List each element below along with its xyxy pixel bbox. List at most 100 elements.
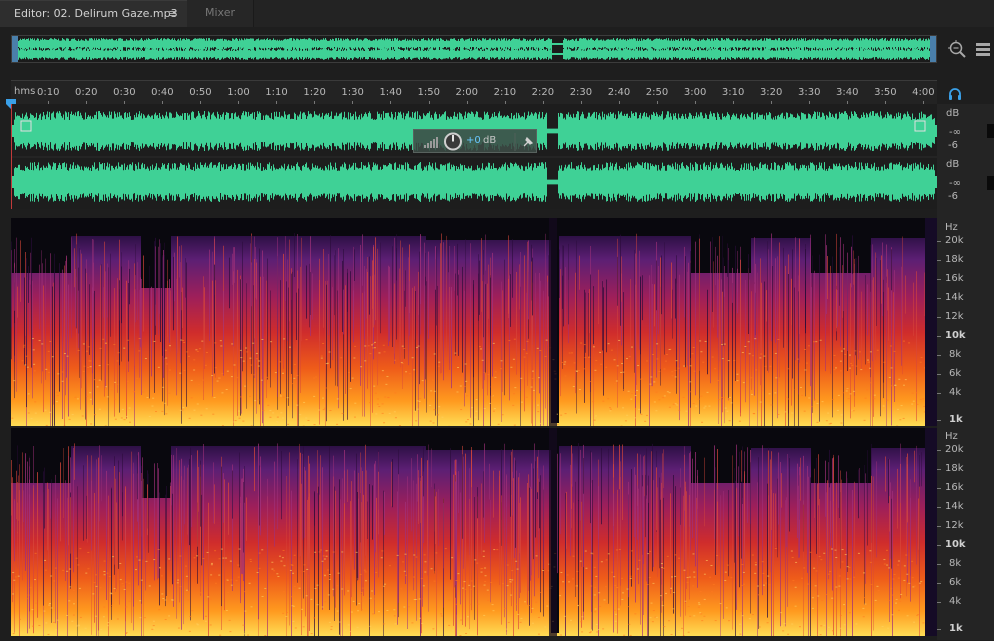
spectral-speck <box>280 561 282 562</box>
spectral-speck <box>321 356 323 357</box>
spectral-speck <box>53 580 55 581</box>
ruler-tick-label: 1:20 <box>303 87 325 98</box>
spectral-speck <box>102 386 104 387</box>
spectral-speck <box>615 621 617 622</box>
spectral-speck <box>886 400 888 401</box>
spectral-speck <box>147 397 149 398</box>
spectral-speck <box>654 401 656 402</box>
panel-divider-handle[interactable] <box>498 211 522 215</box>
spectral-speck <box>804 349 806 350</box>
spectral-dark-region <box>71 218 141 236</box>
spectral-speck <box>869 550 871 551</box>
spectral-speck <box>83 371 85 372</box>
spectral-speck <box>273 570 275 571</box>
spectral-speck <box>68 600 70 601</box>
spectral-speck <box>698 607 700 608</box>
spectral-speck <box>812 608 814 609</box>
spectral-speck <box>531 387 533 388</box>
spectral-speck <box>621 578 623 579</box>
spectral-speck <box>161 593 163 594</box>
spectral-speck <box>191 610 193 611</box>
spectral-speck <box>751 420 753 421</box>
spectral-speck <box>661 563 663 564</box>
spectral-speck <box>290 570 292 571</box>
time-ruler[interactable]: 0:100:200:300:400:501:001:101:201:301:40… <box>11 80 937 105</box>
spectral-speck <box>621 599 623 600</box>
spectral-speck <box>419 598 421 599</box>
spectral-speck <box>272 412 274 413</box>
spectral-speck <box>243 633 245 634</box>
spectral-speck <box>903 418 905 419</box>
spectral-speck <box>897 409 899 410</box>
spectral-speck <box>264 588 266 589</box>
overview-navigator[interactable] <box>11 35 937 63</box>
spectral-speck <box>471 407 473 408</box>
spectral-speck <box>748 341 750 342</box>
waveform-display[interactable] <box>11 104 937 209</box>
spectral-speck <box>210 624 212 625</box>
spectral-speck <box>673 592 675 593</box>
spectral-speck <box>48 605 50 606</box>
spectral-speck <box>526 353 528 354</box>
spectral-dark-region <box>559 218 691 236</box>
spectral-speck <box>484 372 486 373</box>
spectral-speck <box>83 343 85 344</box>
spectral-speck <box>25 356 27 357</box>
spectral-speck <box>903 341 905 342</box>
spectral-speck <box>160 424 162 425</box>
spectral-speck <box>110 605 112 606</box>
spectral-speck <box>754 573 756 574</box>
spectral-speck <box>179 586 181 587</box>
zoom-icon[interactable] <box>946 38 968 60</box>
volume-hud[interactable]: +0 dB <box>413 129 537 153</box>
spectral-speck <box>299 414 301 415</box>
spectral-speck <box>479 346 481 347</box>
spectral-speck <box>346 594 348 595</box>
spectral-speck <box>258 366 260 367</box>
spectral-speck <box>375 413 377 414</box>
spectral-speck <box>460 620 462 621</box>
spectral-speck <box>891 367 893 368</box>
spectral-speck <box>95 616 97 617</box>
spectral-speck <box>23 346 25 347</box>
spectral-speck <box>585 568 587 569</box>
spectral-speck <box>757 586 759 587</box>
spectral-speck <box>22 360 24 361</box>
spectral-display-ch1[interactable] <box>11 218 937 426</box>
tab-menu-icon[interactable]: ≡ <box>168 1 177 27</box>
spectral-speck <box>259 553 261 554</box>
spectral-speck <box>818 634 820 635</box>
spectral-speck <box>733 360 735 361</box>
spectral-speck <box>832 630 834 631</box>
volume-value[interactable]: +0 <box>466 135 481 146</box>
spectral-speck <box>314 424 316 425</box>
spectral-speck <box>868 362 870 363</box>
hz-tick-label: 20k <box>945 444 964 455</box>
spectral-speck <box>837 410 839 411</box>
tab-mixer[interactable]: Mixer <box>187 0 254 27</box>
spectral-speck <box>367 389 369 390</box>
spectral-speck <box>630 576 632 577</box>
spectral-speck <box>589 381 591 382</box>
spectral-speck <box>601 561 603 562</box>
spectral-speck <box>452 630 454 631</box>
spectral-speck <box>914 586 916 587</box>
spectral-speck <box>769 366 771 367</box>
spectral-speck <box>257 399 259 400</box>
spectral-speck <box>908 342 910 343</box>
list-icon[interactable] <box>974 38 992 60</box>
tab-editor[interactable]: Editor: 02. Delirum Gaze.mp3 ≡ <box>0 0 187 27</box>
spectral-speck <box>665 386 667 387</box>
spectral-speck <box>584 344 586 345</box>
spectral-speck <box>149 416 151 417</box>
meter-block <box>987 124 994 138</box>
spectral-speck <box>179 373 181 374</box>
spectral-display-ch2[interactable] <box>11 428 937 636</box>
spectral-speck <box>791 551 793 552</box>
spectral-speck <box>69 569 71 570</box>
spectral-speck <box>360 574 362 575</box>
headphone-icon[interactable] <box>948 86 962 100</box>
spectral-speck <box>631 550 633 551</box>
spectral-speck <box>73 603 75 604</box>
playhead-marker[interactable] <box>6 94 16 104</box>
